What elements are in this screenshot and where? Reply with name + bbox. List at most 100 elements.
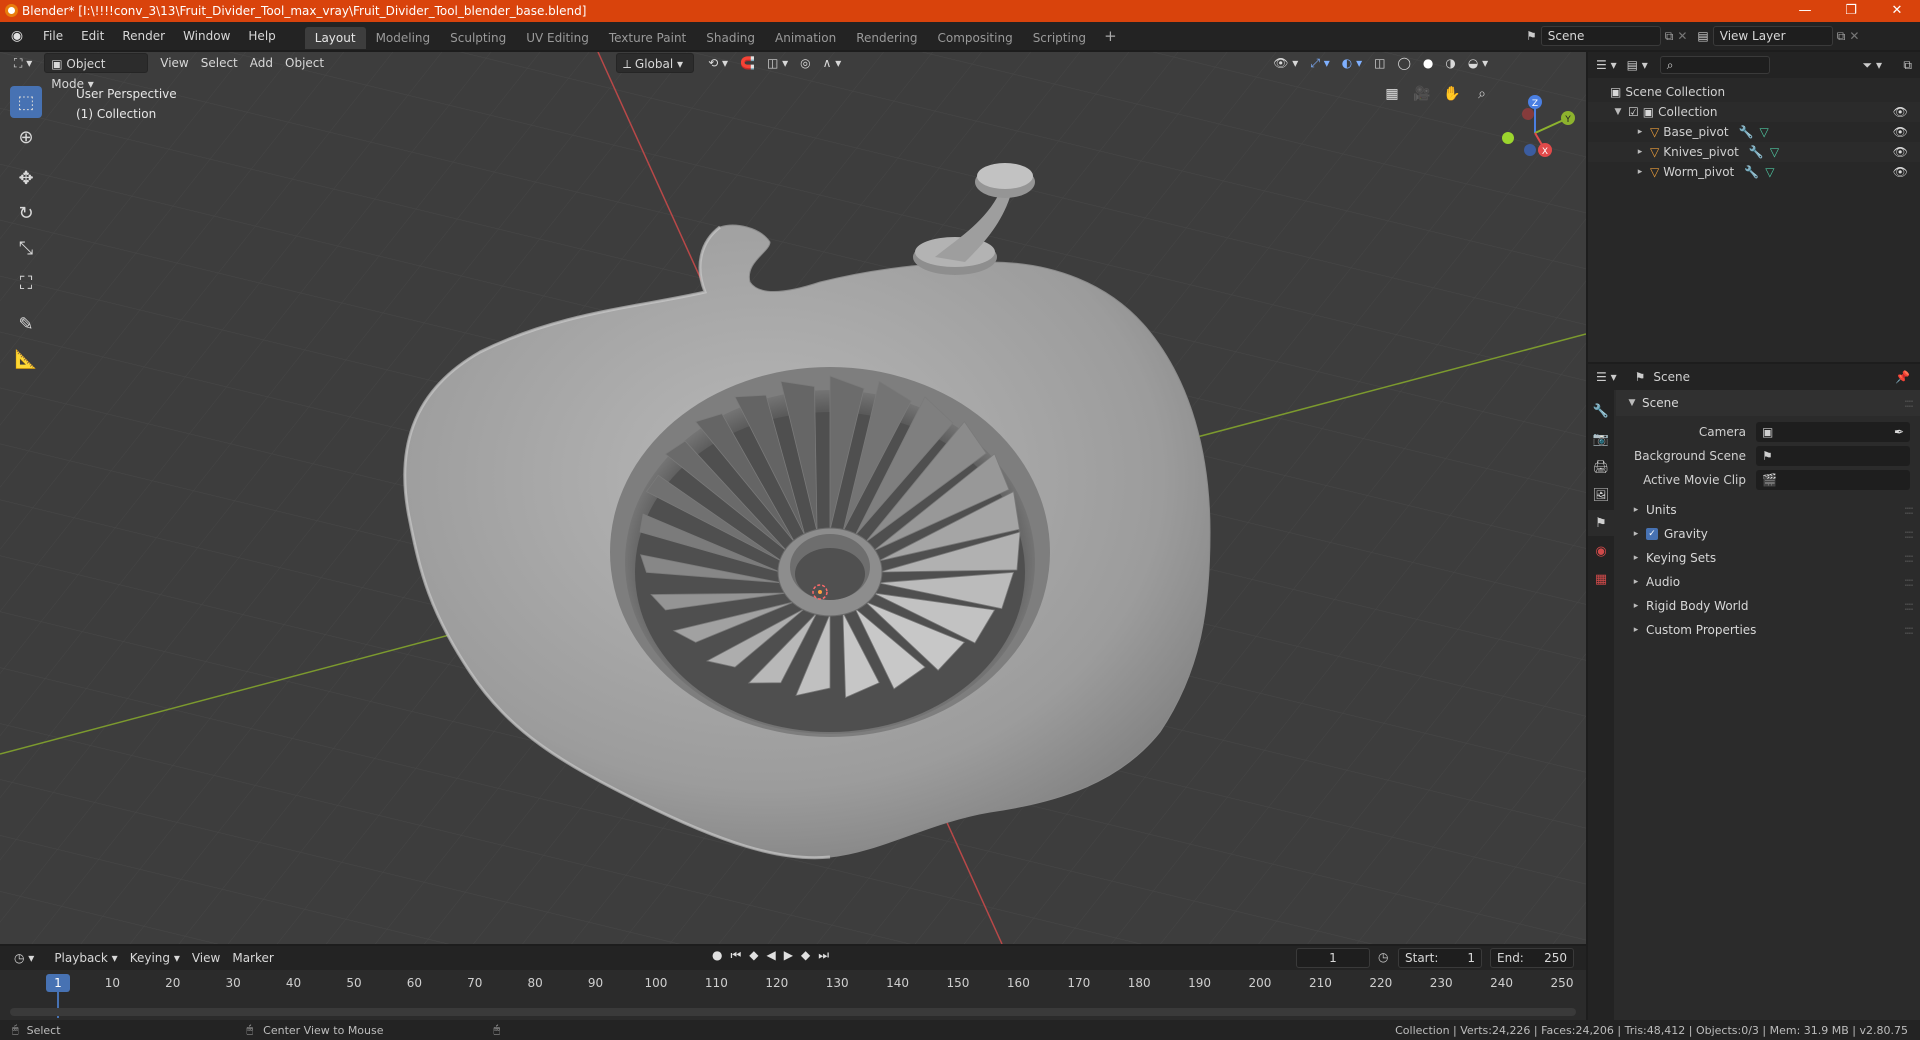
preview-range-icon[interactable]: ◷: [1378, 950, 1388, 964]
start-frame-field[interactable]: Start: 1: [1398, 948, 1482, 968]
rigid-body-world-panel[interactable]: ▸ Rigid Body World::::: [1616, 594, 1920, 618]
tab-animation[interactable]: Animation: [765, 27, 846, 49]
tab-uv-editing[interactable]: UV Editing: [516, 27, 599, 49]
maximize-button[interactable]: ❐: [1828, 0, 1874, 22]
menu-edit[interactable]: Edit: [72, 24, 113, 48]
select-box-tool[interactable]: ⬚: [10, 86, 42, 118]
frame-ruler[interactable]: 1 10 20 30 40 50 60 70 80 90 100 110 120 130 140 150 16…: [0, 970, 1586, 1020]
play-reverse-icon[interactable]: ◀: [767, 948, 776, 963]
timeline-scrollbar[interactable]: [10, 1008, 1576, 1016]
scene-section-header[interactable]: ▼ Scene ::::: [1616, 390, 1920, 416]
gravity-checkbox[interactable]: ✓: [1646, 528, 1658, 540]
output-tab-icon[interactable]: 🖨: [1588, 454, 1614, 480]
new-collection-icon[interactable]: ⧉: [1903, 58, 1912, 73]
snap-icon[interactable]: 🧲: [734, 53, 761, 73]
eyedropper-icon[interactable]: ✒: [1894, 425, 1904, 439]
persp-ortho-icon[interactable]: ▦: [1380, 82, 1404, 106]
tab-compositing[interactable]: Compositing: [927, 27, 1022, 49]
menu-file[interactable]: File: [34, 24, 72, 48]
minimize-button[interactable]: —: [1782, 0, 1828, 22]
proportional-edit-icon[interactable]: ◎: [794, 53, 816, 73]
visibility-eye-icon[interactable]: 👁: [1893, 102, 1908, 122]
cursor-tool[interactable]: ⊕: [10, 121, 42, 153]
playback-menu[interactable]: Playback ▾: [48, 948, 123, 968]
units-panel[interactable]: ▸ Units::::: [1616, 498, 1920, 522]
visibility-eye-icon[interactable]: 👁: [1893, 122, 1908, 142]
menu-help[interactable]: Help: [239, 24, 284, 48]
editor-type-icon[interactable]: ⛶ ▾: [8, 53, 38, 73]
properties-editor-icon[interactable]: ☰ ▾: [1596, 370, 1617, 384]
camera-field[interactable]: ▣ ✒: [1756, 422, 1910, 442]
outliner-row-object[interactable]: ▸ ▽ Knives_pivot 🔧 ▽ 👁: [1588, 142, 1920, 162]
end-frame-field[interactable]: End: 250: [1490, 948, 1574, 968]
prev-keyframe-icon[interactable]: ◆: [749, 948, 758, 963]
blender-menu-icon[interactable]: ◉: [0, 28, 34, 44]
expand-panel-icon[interactable]: ▸: [1630, 546, 1642, 570]
audio-panel[interactable]: ▸ Audio::::: [1616, 570, 1920, 594]
menu-window[interactable]: Window: [174, 24, 239, 48]
filter-icon[interactable]: ⏷ ▾: [1863, 58, 1882, 73]
transform-tool[interactable]: ⛶: [10, 267, 42, 299]
current-frame-indicator[interactable]: 1: [46, 974, 70, 992]
outliner-row-object[interactable]: ▸ ▽ Worm_pivot 🔧 ▽ 👁: [1588, 162, 1920, 182]
xray-icon[interactable]: ◫: [1368, 53, 1391, 73]
next-keyframe-icon[interactable]: ◆: [801, 948, 810, 963]
outliner-search-input[interactable]: ⌕: [1659, 56, 1770, 74]
expand-panel-icon[interactable]: ▸: [1630, 498, 1642, 522]
expand-panel-icon[interactable]: ▸: [1630, 522, 1642, 546]
expand-object-icon[interactable]: ▸: [1634, 142, 1646, 162]
delete-scene-icon[interactable]: ✕: [1677, 29, 1687, 43]
visibility-eye-icon[interactable]: 👁: [1893, 162, 1908, 182]
keying-sets-panel[interactable]: ▸ Keying Sets::::: [1616, 546, 1920, 570]
current-frame-field[interactable]: 1: [1296, 948, 1370, 968]
axis-gizmo[interactable]: Z Y X: [1490, 88, 1580, 178]
movie-clip-field[interactable]: 🎬: [1756, 470, 1910, 490]
collapse-section-icon[interactable]: ▼: [1626, 391, 1638, 415]
overlay-toggle-icon[interactable]: ◐ ▾: [1336, 53, 1368, 73]
jump-end-icon[interactable]: ⏭: [818, 948, 829, 963]
view-layer-tab-icon[interactable]: 🖼: [1588, 482, 1614, 508]
snap-target-icon[interactable]: ◫ ▾: [761, 53, 794, 73]
annotate-tool[interactable]: ✎: [10, 308, 42, 340]
jump-start-icon[interactable]: ⏮: [730, 948, 741, 963]
expand-collection-icon[interactable]: ▼: [1612, 102, 1624, 122]
measure-tool[interactable]: 📐: [10, 343, 42, 375]
mode-dropdown[interactable]: ▣ Object Mode ▾: [44, 53, 149, 91]
expand-object-icon[interactable]: ▸: [1634, 162, 1646, 182]
timeline-editor-icon[interactable]: ◷ ▾: [8, 948, 40, 968]
transform-orientation-dropdown[interactable]: ⟂ Global ▾: [616, 53, 695, 73]
scale-tool[interactable]: ⤡: [10, 232, 42, 264]
expand-panel-icon[interactable]: ▸: [1630, 618, 1642, 642]
tab-shading[interactable]: Shading: [696, 27, 765, 49]
select-menu[interactable]: Select: [195, 53, 244, 73]
view-menu-timeline[interactable]: View: [186, 948, 226, 968]
custom-properties-panel[interactable]: ▸ Custom Properties::::: [1616, 618, 1920, 642]
object-menu[interactable]: Object: [279, 53, 330, 73]
expand-object-icon[interactable]: ▸: [1634, 122, 1646, 142]
rotate-tool[interactable]: ↻: [10, 197, 42, 229]
pin-icon[interactable]: 📌: [1895, 370, 1910, 384]
solid-shading-icon[interactable]: ●: [1417, 53, 1439, 73]
visibility-eye-icon[interactable]: 👁: [1893, 142, 1908, 162]
camera-view-icon[interactable]: 🎥: [1410, 82, 1434, 106]
view-layer-field[interactable]: View Layer: [1712, 26, 1833, 46]
gizmo-toggle-icon[interactable]: ⤢ ▾: [1304, 53, 1335, 73]
record-icon[interactable]: ●: [712, 948, 722, 963]
render-tab-icon[interactable]: 📷: [1588, 426, 1614, 452]
expand-panel-icon[interactable]: ▸: [1630, 570, 1642, 594]
outliner-row-collection[interactable]: ▼ ☑ ▣ Collection 👁: [1588, 102, 1920, 122]
marker-menu[interactable]: Marker: [226, 948, 279, 968]
material-shading-icon[interactable]: ◑: [1439, 53, 1461, 73]
background-scene-field[interactable]: ⚑: [1756, 446, 1910, 466]
outliner-row-object[interactable]: ▸ ▽ Base_pivot 🔧 ▽ 👁: [1588, 122, 1920, 142]
tab-scripting[interactable]: Scripting: [1023, 27, 1096, 49]
add-menu[interactable]: Add: [244, 53, 279, 73]
viewport-canvas[interactable]: [0, 52, 1586, 944]
new-scene-icon[interactable]: ⧉: [1665, 29, 1674, 44]
menu-render[interactable]: Render: [113, 24, 174, 48]
gravity-panel[interactable]: ▸ ✓ Gravity::::: [1616, 522, 1920, 546]
wireframe-shading-icon[interactable]: ◯: [1391, 53, 1416, 73]
expand-panel-icon[interactable]: ▸: [1630, 594, 1642, 618]
outliner-editor-icon[interactable]: ☰ ▾: [1596, 58, 1617, 72]
add-workspace-icon[interactable]: +: [1096, 27, 1125, 45]
